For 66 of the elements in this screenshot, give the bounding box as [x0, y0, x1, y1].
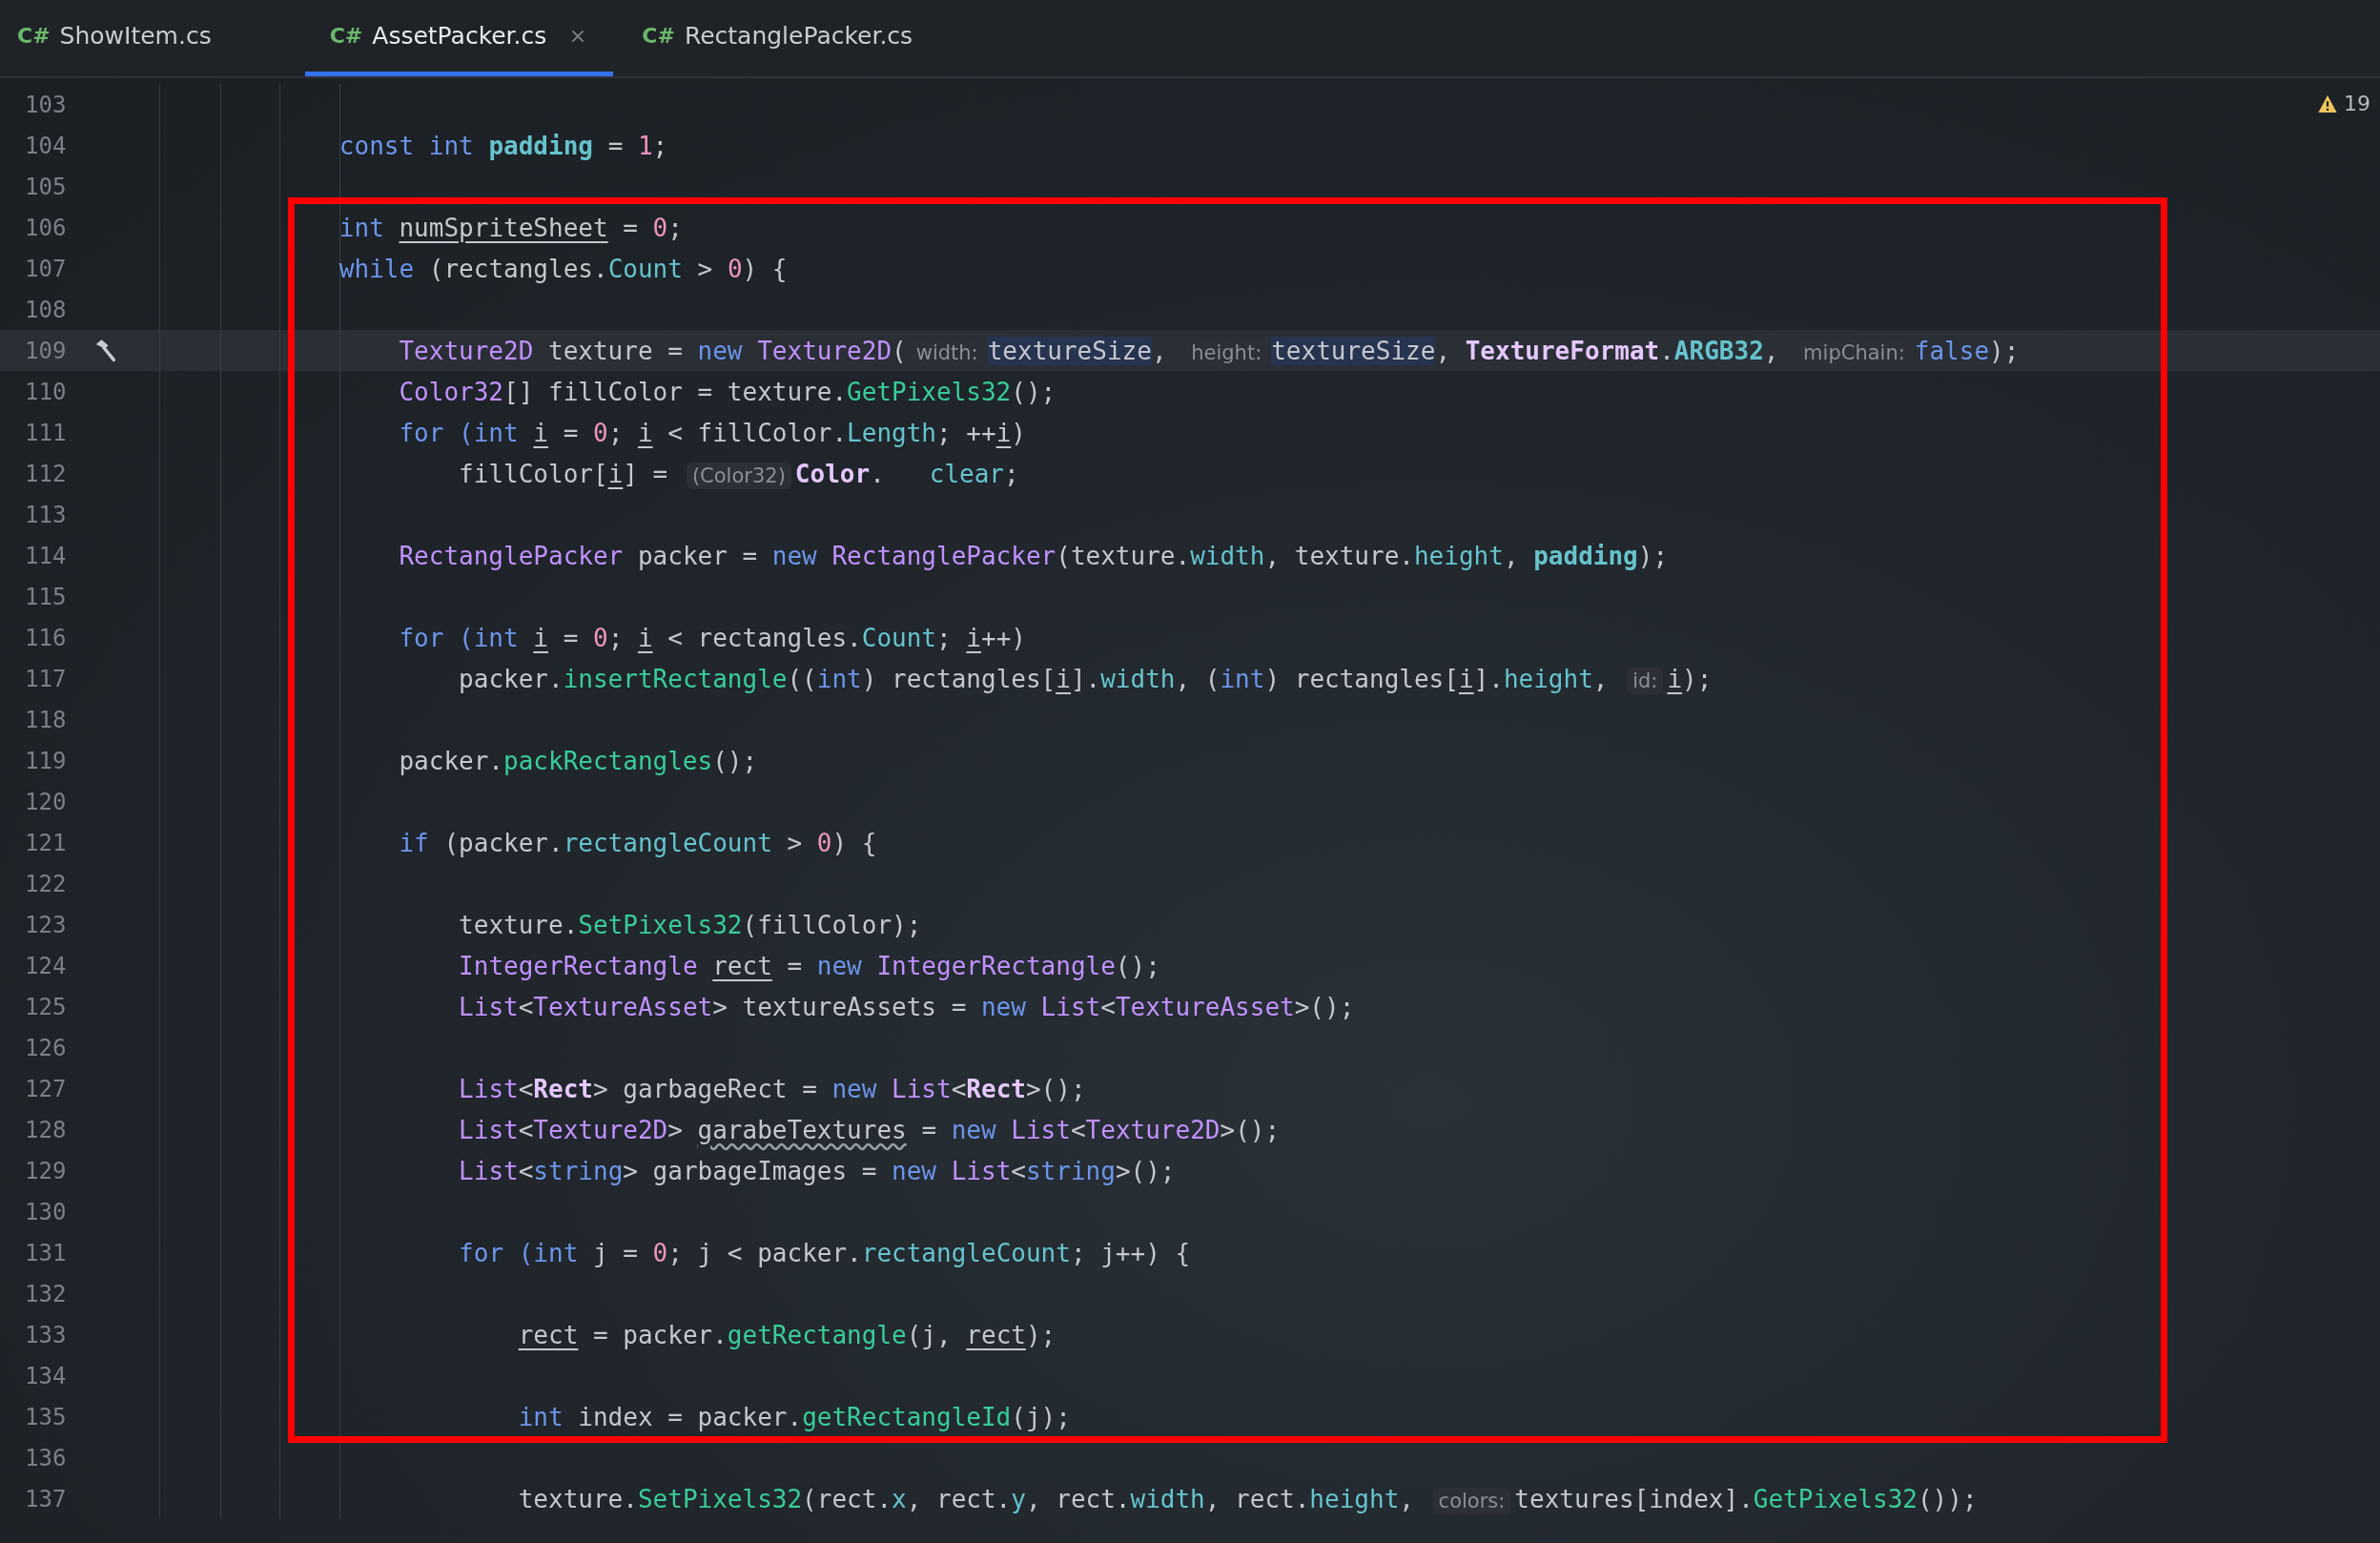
code-line: packer.packRectangles(); [398, 746, 758, 775]
code-line: for (int i = 0; i < fillColor.Length; ++i) [398, 418, 1026, 447]
line-number: 116 [24, 624, 68, 651]
code-line: if (packer.rectangleCount > 0) { [398, 828, 877, 857]
code-line: List<string> garbageImages = new List<string>(); [458, 1156, 1176, 1185]
line-number: 122 [24, 870, 68, 897]
line-number: 132 [24, 1280, 68, 1307]
line-number: 113 [24, 501, 68, 528]
line-number: 119 [24, 747, 68, 774]
line-number: 133 [24, 1321, 68, 1348]
warning-count: 19 [2344, 92, 2370, 115]
line-number: 110 [24, 378, 68, 405]
tab-label: ShowItem.cs [59, 22, 212, 50]
line-number: 130 [24, 1198, 68, 1225]
line-number: 104 [24, 132, 68, 159]
tab-label: AssetPacker.cs [372, 22, 547, 50]
file-type-label: C# [17, 24, 51, 48]
line-number: 106 [24, 214, 68, 241]
line-number: 126 [24, 1034, 68, 1061]
line-number: 114 [24, 542, 68, 569]
line-number: 118 [24, 706, 68, 733]
line-number: 109 [24, 337, 68, 364]
code-line: int numSpriteSheet = 0; [338, 213, 683, 242]
line-number: 131 [24, 1239, 68, 1266]
code-line: List<TextureAsset> textureAssets = new List<TextureAsset>(); [458, 992, 1355, 1021]
code-line: RectanglePacker packer = new RectanglePacker(texture.width, texture.height, padding); [398, 541, 1669, 570]
line-number: 107 [24, 255, 68, 282]
line-number: 125 [24, 993, 68, 1020]
line-number: 129 [24, 1157, 68, 1184]
line-number: 134 [24, 1362, 68, 1389]
line-number: 108 [24, 296, 68, 323]
line-number: 121 [24, 829, 68, 856]
line-number: 112 [24, 460, 68, 487]
line-number: 103 [24, 91, 68, 118]
file-tab[interactable]: C# ShowItem.cs [17, 0, 238, 76]
code-line: fillColor[i] = (Color32) Color. clear; [458, 459, 1019, 488]
line-number: 136 [24, 1444, 68, 1471]
line-number: 117 [24, 665, 68, 692]
line-number: 124 [24, 952, 68, 979]
line-number: 105 [24, 173, 68, 200]
line-number: 128 [24, 1116, 68, 1143]
code-line: for (int j = 0; j < packer.rectangleCount; j++) { [458, 1238, 1191, 1267]
code-line: texture.SetPixels32(fillColor); [458, 910, 922, 939]
tab-label: RectanglePacker.cs [684, 22, 913, 50]
line-number: 123 [24, 911, 68, 938]
file-type-label: C# [642, 24, 675, 48]
code-line: for (int i = 0; i < rectangles.Count; i++) [398, 623, 1026, 652]
line-number: 115 [24, 583, 68, 610]
code-line: packer.insertRectangle((int) rectangles[i].width, (int) rectangles[i].height, id: i); [458, 664, 1713, 693]
code-line: int index = packer.getRectangleId(j); [517, 1402, 1071, 1431]
line-number: 135 [24, 1403, 68, 1430]
code-line: Color32[] fillColor = texture.GetPixels32(); [398, 377, 1057, 406]
file-type-label: C# [329, 24, 363, 48]
code-line: List<Texture2D> garabeTextures = new List<Texture2D>(); [458, 1115, 1281, 1144]
file-tab[interactable]: C# RectanglePacker.cs [642, 0, 940, 76]
line-number: 137 [24, 1485, 68, 1512]
code-line: while (rectangles.Count > 0) { [338, 254, 788, 283]
line-number: 120 [24, 788, 68, 815]
line-number: 127 [24, 1075, 68, 1102]
code-line: rect = packer.getRectangle(j, rect); [517, 1320, 1057, 1349]
code-line: const int padding = 1; [338, 131, 668, 160]
code-line: texture.SetPixels32(rect.x, rect.y, rect.width, rect.height, colors: textures[index].GetPixels32()); [517, 1484, 1978, 1513]
code-line: IntegerRectangle rect = new IntegerRectangle(); [458, 951, 1160, 980]
code-line: Texture2D texture = new Texture2D( width: textureSize, height: textureSize, TextureFormat.ARGB32, mipChain: false); [398, 336, 2020, 365]
line-number: 111 [24, 419, 68, 446]
code-line: List<Rect> garbageRect = new List<Rect>(); [458, 1074, 1086, 1103]
